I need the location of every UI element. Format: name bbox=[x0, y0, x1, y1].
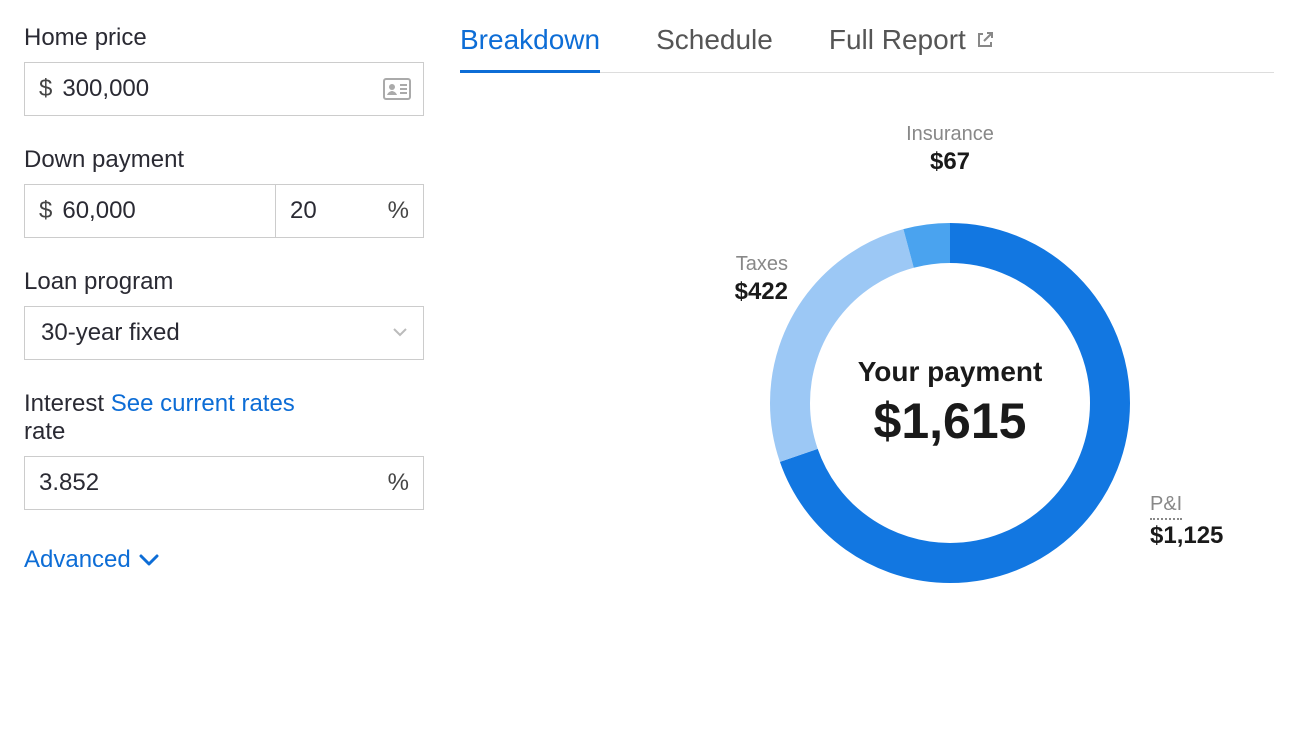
interest-rate-wrap[interactable]: % bbox=[24, 456, 424, 510]
donut-svg bbox=[760, 213, 1140, 593]
segment-name-taxes: Taxes bbox=[668, 253, 788, 276]
percent-suffix: % bbox=[388, 469, 423, 497]
segment-value-insurance: $67 bbox=[875, 148, 1025, 176]
currency-prefix: $ bbox=[25, 197, 52, 225]
segment-name-insurance: Insurance bbox=[875, 123, 1025, 146]
segment-label-pi: P&I $1,125 bbox=[1150, 493, 1230, 550]
segment-name-pi: P&I bbox=[1150, 493, 1182, 520]
home-price-group: Home price $ bbox=[24, 24, 424, 116]
currency-prefix: $ bbox=[25, 75, 52, 103]
results-panel: Breakdown Schedule Full Report bbox=[460, 24, 1274, 633]
tab-schedule-label: Schedule bbox=[656, 24, 773, 56]
segment-label-insurance: Insurance $67 bbox=[875, 123, 1025, 176]
tab-full-report-label: Full Report bbox=[829, 24, 966, 56]
tab-breakdown[interactable]: Breakdown bbox=[460, 24, 600, 73]
form-panel: Home price $ Down payment bbox=[24, 24, 424, 633]
segment-value-taxes: $422 bbox=[668, 278, 788, 306]
tab-breakdown-label: Breakdown bbox=[460, 24, 600, 56]
advanced-toggle[interactable]: Advanced bbox=[24, 546, 159, 574]
interest-label-part1: Interest bbox=[24, 390, 104, 417]
contact-card-icon bbox=[383, 78, 423, 100]
home-price-input-wrap[interactable]: $ bbox=[24, 62, 424, 116]
percent-suffix: % bbox=[388, 197, 423, 225]
loan-program-group: Loan program 30-year fixed bbox=[24, 268, 424, 360]
down-payment-label: Down payment bbox=[24, 146, 424, 174]
chevron-down-icon bbox=[139, 546, 159, 574]
loan-program-label: Loan program bbox=[24, 268, 424, 296]
tab-full-report[interactable]: Full Report bbox=[829, 24, 994, 73]
tabs-bar: Breakdown Schedule Full Report bbox=[460, 24, 1274, 73]
segment-value-pi: $1,125 bbox=[1150, 522, 1230, 550]
caret-down-icon bbox=[393, 324, 407, 342]
down-payment-amount-wrap[interactable]: $ bbox=[24, 184, 276, 238]
down-payment-group: Down payment $ % bbox=[24, 146, 424, 238]
donut-chart: Your payment $1,615 Insurance $67 Taxes … bbox=[460, 113, 1220, 633]
interest-rate-input[interactable] bbox=[25, 469, 388, 497]
advanced-label: Advanced bbox=[24, 546, 131, 574]
down-payment-amount-input[interactable] bbox=[52, 197, 275, 225]
tab-schedule[interactable]: Schedule bbox=[656, 24, 773, 73]
loan-program-select[interactable]: 30-year fixed bbox=[24, 306, 424, 360]
segment-label-taxes: Taxes $422 bbox=[668, 253, 788, 306]
external-link-icon bbox=[976, 24, 994, 56]
see-current-rates-link[interactable]: See current rates bbox=[111, 390, 295, 417]
down-payment-percent-wrap[interactable]: % bbox=[276, 184, 424, 238]
home-price-input[interactable] bbox=[52, 75, 383, 103]
home-price-label: Home price bbox=[24, 24, 424, 52]
interest-group: Interest See current rates rate % bbox=[24, 390, 424, 510]
down-payment-percent-input[interactable] bbox=[276, 197, 388, 225]
interest-label-part2: rate bbox=[24, 418, 65, 445]
loan-program-value: 30-year fixed bbox=[41, 319, 180, 347]
